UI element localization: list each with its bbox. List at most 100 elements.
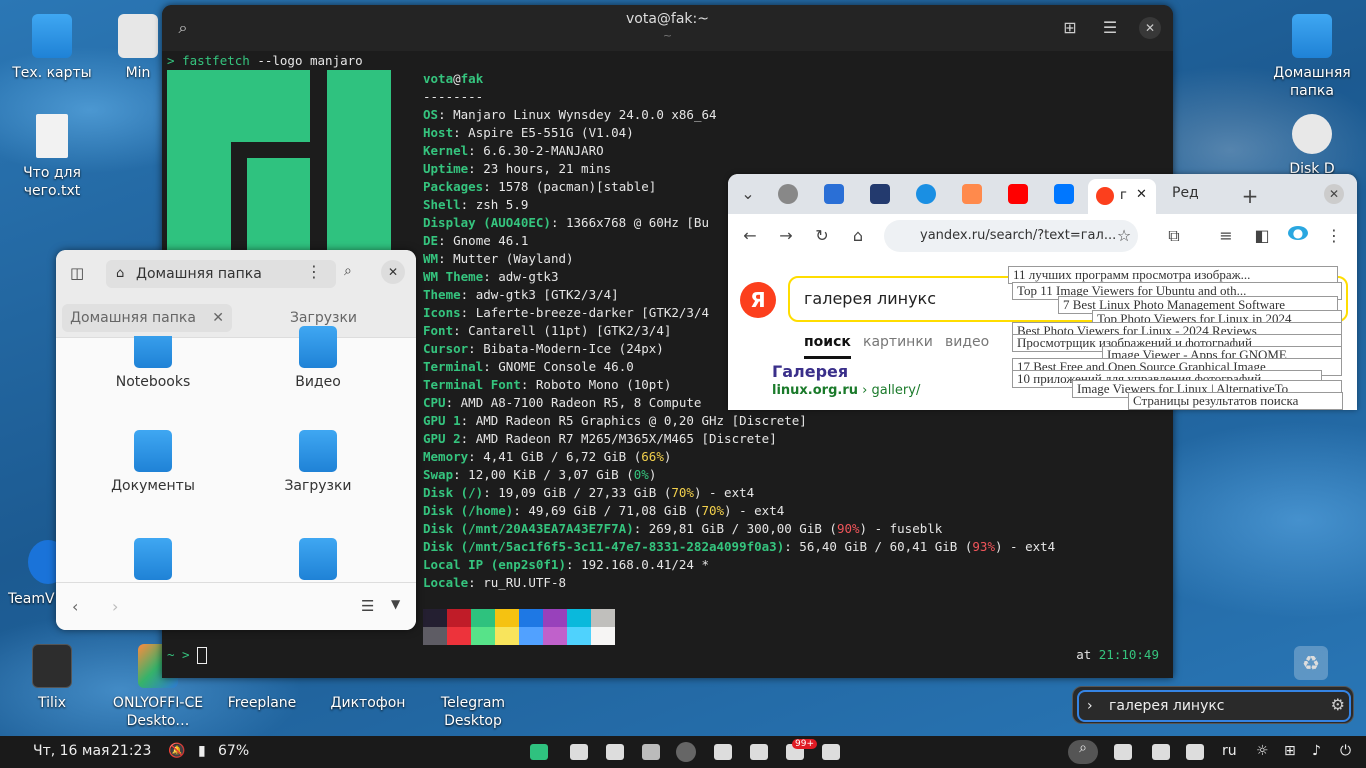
- battery-percent: 67%: [218, 743, 250, 759]
- search-icon[interactable]: ⌕: [1068, 740, 1098, 764]
- suggestion-item[interactable]: Страницы результатов поиска: [1128, 392, 1343, 410]
- heart-icon[interactable]: [962, 184, 982, 204]
- language-indicator[interactable]: ru: [1222, 743, 1237, 759]
- desktop-icon-home[interactable]: Домашняя папка: [1262, 14, 1362, 100]
- folder-icon: [134, 336, 172, 368]
- new-tab-icon[interactable]: +: [1240, 184, 1260, 208]
- notifications-off-icon[interactable]: 🔕: [168, 743, 185, 759]
- vk-icon[interactable]: [1054, 184, 1074, 204]
- time-label[interactable]: 21:23: [111, 743, 151, 759]
- launcher-input[interactable]: › галерея линукс: [1077, 690, 1351, 722]
- desktop-icon-tilix[interactable]: Tilix: [2, 644, 102, 712]
- file-item-notebooks[interactable]: Notebooks: [93, 336, 213, 396]
- palette-swatch: [543, 627, 567, 645]
- menu-icon[interactable]: ☰: [1099, 17, 1121, 39]
- desktop-icon-tech-maps[interactable]: Тех. карты: [2, 14, 102, 82]
- profile-icon[interactable]: ●: [1288, 226, 1308, 240]
- palette-swatch: [495, 609, 519, 627]
- info-line: Disk (/mnt/20A43EA7A43E7F7A): 269,81 GiB…: [423, 521, 943, 536]
- text-editor-icon[interactable]: [714, 744, 732, 760]
- telegram-tray-icon[interactable]: [1152, 744, 1170, 760]
- date-label[interactable]: Чт, 16 мая: [33, 743, 109, 759]
- info-line: Disk (/): 19,09 GiB / 27,33 GiB (70%) - …: [423, 485, 755, 500]
- desktop-icon-txt[interactable]: Что для чего.txt: [2, 114, 102, 200]
- file-item-downloads[interactable]: Загрузки: [258, 430, 378, 494]
- power-icon[interactable]: ⏻: [1340, 743, 1351, 759]
- close-icon[interactable]: ✕: [381, 260, 405, 284]
- forward-icon[interactable]: ›: [112, 597, 118, 616]
- search-tab-video[interactable]: видео: [945, 334, 989, 350]
- files-window[interactable]: ◫ ⌂ Домашняя папка ⋮ ⌕ ✕ Домашняя папка ✕ …: [56, 250, 416, 630]
- youtube-icon[interactable]: [1008, 184, 1028, 204]
- calculator-icon[interactable]: [750, 744, 768, 760]
- search-files-icon[interactable]: ⌕: [344, 263, 352, 279]
- back-icon[interactable]: ‹: [72, 597, 78, 616]
- sidebar-icon[interactable]: ◧: [1252, 226, 1272, 245]
- extensions-icon[interactable]: ⧉: [1164, 226, 1184, 246]
- path-bar[interactable]: ⌂ Домашняя папка: [106, 260, 336, 288]
- close-icon[interactable]: ✕: [1139, 17, 1161, 39]
- yandex-logo[interactable]: Я: [740, 282, 776, 318]
- view-list-icon[interactable]: ☰: [361, 597, 374, 615]
- clipboard-icon[interactable]: [1114, 744, 1132, 760]
- file-item-documents[interactable]: Документы: [93, 430, 213, 494]
- network-icon[interactable]: ⊞: [1284, 743, 1296, 759]
- globe-icon[interactable]: [778, 184, 798, 204]
- extension-icon[interactable]: [1186, 744, 1204, 760]
- terminal-header: ⌕ vota@fak:~ ~ ⊞ ☰ ✕: [162, 5, 1173, 51]
- tab-home[interactable]: Домашняя папка ✕: [62, 304, 232, 332]
- tab-list-icon[interactable]: ⌄: [738, 184, 758, 203]
- files-footer: ‹ › ☰ ▼: [56, 582, 416, 630]
- tab-yandex-active[interactable]: г ✕: [1088, 179, 1156, 214]
- brightness-icon[interactable]: ☼: [1256, 743, 1269, 759]
- forward-icon[interactable]: →: [776, 226, 796, 245]
- palette-swatch: [447, 627, 471, 645]
- file-item-music[interactable]: [258, 538, 378, 586]
- close-window-icon[interactable]: ✕: [1324, 184, 1344, 204]
- search-tab-search[interactable]: поиск: [804, 334, 851, 359]
- desktop-icon-teamviewer[interactable]: TeamV: [8, 540, 60, 608]
- address-bar[interactable]: yandex.ru/search/?text=гал...: [884, 220, 1138, 252]
- file-item-pictures[interactable]: [93, 538, 213, 586]
- volume-icon[interactable]: ♪: [1312, 743, 1321, 759]
- home-icon[interactable]: ⌂: [848, 226, 868, 245]
- windows-icon[interactable]: [642, 744, 660, 760]
- chevron-down-icon[interactable]: ▼: [391, 597, 400, 611]
- color-palette: [423, 609, 615, 645]
- new-tab-icon[interactable]: ⊞: [1059, 17, 1081, 39]
- chrome-icon[interactable]: [676, 742, 696, 762]
- notification-badge: 99+: [792, 739, 817, 749]
- cloud-icon[interactable]: [916, 184, 936, 204]
- file-icon: [36, 114, 68, 158]
- tab-editor[interactable]: Ред: [1172, 185, 1199, 201]
- more-menu-icon[interactable]: ⋮: [1324, 226, 1344, 245]
- sidebar-toggle-icon[interactable]: ◫: [70, 264, 84, 282]
- media-icon[interactable]: ≡: [1216, 226, 1236, 245]
- app-launcher[interactable]: › галерея линукс ⚙: [1072, 686, 1354, 724]
- result-title[interactable]: Галерея: [772, 362, 848, 381]
- desktop-icon-disk-d[interactable]: Disk D: [1262, 114, 1362, 174]
- settings-gear-icon[interactable]: ⚙: [1331, 695, 1345, 714]
- trash-icon[interactable]: ♻: [1294, 646, 1328, 680]
- y-icon[interactable]: [824, 184, 844, 204]
- terminal-icon[interactable]: [570, 744, 588, 760]
- toggle-icon[interactable]: [822, 744, 840, 760]
- shell-prompt[interactable]: ~ >: [167, 646, 208, 664]
- more-menu-icon[interactable]: ⋮: [306, 262, 322, 281]
- search-tab-images[interactable]: картинки: [863, 334, 933, 350]
- r-icon[interactable]: [870, 184, 890, 204]
- folder-icon: [32, 14, 72, 58]
- text-cursor: [197, 647, 208, 664]
- terminal-subtitle: ~: [662, 29, 673, 42]
- close-tab-icon[interactable]: ✕: [1136, 187, 1147, 202]
- disk-icon: [1292, 114, 1332, 154]
- back-icon[interactable]: ←: [740, 226, 760, 245]
- bookmark-star-icon[interactable]: ☆: [1114, 226, 1134, 245]
- downloads-folder-icon: [299, 430, 337, 472]
- desktop-icon-min[interactable]: Min: [108, 14, 168, 82]
- manjaro-icon[interactable]: [530, 744, 548, 760]
- reload-icon[interactable]: ↻: [812, 226, 832, 245]
- file-item-video[interactable]: Видео: [258, 326, 378, 390]
- result-url[interactable]: linux.org.ru › gallery/: [772, 383, 920, 398]
- files-icon[interactable]: [606, 744, 624, 760]
